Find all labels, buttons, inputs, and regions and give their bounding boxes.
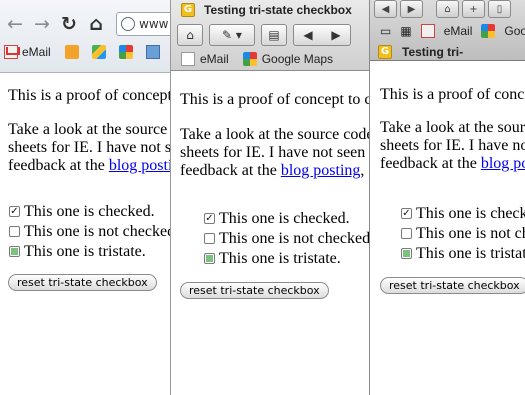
- forward-arrow-icon[interactable]: ▶: [400, 0, 423, 18]
- browser-window-firefox: G Testing tri-state checkbox ⌂ ✎ ▾ ▤ ◀ ▶ …: [170, 0, 370, 395]
- gmail-icon: [420, 24, 435, 38]
- window-title-text: Testing tri-state checkbox: [204, 3, 352, 17]
- back-forward-buttons[interactable]: ◀ ▶: [293, 24, 351, 46]
- body-line-2: sheets for IE. I have not seen it.: [380, 137, 525, 154]
- body-line-3: feedback at the blog posting, and let me…: [180, 162, 369, 179]
- bookmarks-book-icon[interactable]: ▯: [488, 0, 511, 18]
- bookmarks-bar: eMail Google Maps: [181, 52, 333, 66]
- calendar-icon[interactable]: [145, 45, 160, 59]
- home-icon[interactable]: ⌂: [87, 14, 105, 34]
- safari-toolbar: ◀ ▶ ⌂ + ▯ ▭ ▦ eMail Googl G Testing tri-: [370, 0, 525, 61]
- checkbox-unchecked[interactable]: [401, 228, 412, 239]
- checkbox-checked[interactable]: ✓: [204, 213, 215, 224]
- checkbox-label: This one is checked.: [416, 204, 525, 222]
- checkbox-unchecked[interactable]: [9, 226, 20, 237]
- google-icon: [481, 24, 496, 38]
- bookmark-orange-icon[interactable]: [64, 45, 79, 59]
- page-content: This is a proof of concept to create tri…: [180, 91, 370, 299]
- reset-tristate-button[interactable]: reset tri-state checkbox: [380, 277, 525, 294]
- checkbox-label: This one is not checked.: [416, 224, 525, 242]
- extension-dropdown-button[interactable]: ✎ ▾: [209, 24, 255, 46]
- gmail-icon: [4, 45, 18, 59]
- forward-arrow-icon[interactable]: ▶: [331, 28, 340, 42]
- checkbox-row-unchecked[interactable]: This one is not checked.: [180, 229, 370, 248]
- bookmark-email[interactable]: eMail: [22, 45, 51, 59]
- chrome-nav-row: ← → ↻ ⌂ www: [6, 10, 176, 38]
- add-bookmark-icon[interactable]: +: [462, 0, 485, 18]
- home-icon[interactable]: ⌂: [177, 24, 203, 46]
- forward-arrow-icon[interactable]: →: [33, 14, 51, 34]
- checkbox-row-tristate[interactable]: This one is tristate.: [180, 249, 369, 268]
- checkbox-label: This one is checked.: [219, 209, 350, 227]
- page-content: This is a proof of concept to create tri…: [380, 86, 525, 294]
- checkbox-row-checked[interactable]: ✓ This one is checked.: [380, 204, 525, 223]
- reload-icon[interactable]: ↻: [60, 14, 78, 34]
- firefox-toolbar: G Testing tri-state checkbox ⌂ ✎ ▾ ▤ ◀ ▶ …: [171, 0, 369, 71]
- nav-toolbar: ⌂ ✎ ▾ ▤ ◀ ▶: [177, 24, 351, 46]
- back-arrow-icon[interactable]: ◀: [303, 28, 312, 42]
- checkbox-unchecked[interactable]: [204, 233, 215, 244]
- browser-window-safari: ◀ ▶ ⌂ + ▯ ▭ ▦ eMail Googl G Testing tri-…: [369, 0, 525, 395]
- checkbox-checked[interactable]: ✓: [401, 208, 412, 219]
- maps-icon: [242, 52, 257, 66]
- bookmarks-bar: ▭ ▦ eMail Googl: [380, 24, 525, 38]
- checkbox-checked[interactable]: ✓: [9, 206, 20, 217]
- body-line-2: sheets for IE. I have not seen it.: [180, 144, 370, 161]
- page-icon: [181, 52, 195, 66]
- body-line-1: Take a look at the source code to see ho…: [180, 126, 369, 143]
- tab-testing[interactable]: G Testing tri-: [378, 43, 525, 61]
- favicon-icon: G: [378, 45, 392, 59]
- google-icon[interactable]: [118, 45, 133, 59]
- bookmark-email[interactable]: eMail: [444, 24, 473, 38]
- checkbox-label: This one is checked.: [24, 202, 155, 220]
- bookmark-google[interactable]: Googl: [504, 24, 525, 38]
- body-line-1: Take a look at the source code to see ho…: [380, 119, 525, 136]
- checkbox-tristate[interactable]: [401, 248, 412, 259]
- reset-tristate-button[interactable]: reset tri-state checkbox: [180, 282, 329, 299]
- checkbox-label: This one is tristate.: [24, 242, 146, 260]
- address-text: www: [139, 17, 169, 31]
- globe-icon: [121, 17, 135, 31]
- home-icon[interactable]: ⌂: [436, 0, 459, 18]
- tab-title: Testing tri-: [402, 45, 464, 59]
- blog-posting-link[interactable]: blog posting: [281, 162, 361, 179]
- print-icon[interactable]: ▤: [261, 24, 287, 46]
- address-bar[interactable]: www: [116, 12, 176, 36]
- window-title: G Testing tri-state checkbox: [181, 3, 352, 17]
- checkbox-tristate[interactable]: [204, 253, 215, 264]
- checkbox-row-tristate[interactable]: This one is tristate.: [380, 244, 525, 263]
- bookmark-email[interactable]: eMail: [200, 52, 229, 66]
- intro-text: This is a proof of concept to create tri…: [380, 86, 525, 103]
- checkbox-label: This one is not checked.: [219, 229, 370, 247]
- back-arrow-icon[interactable]: ←: [6, 14, 24, 34]
- body-line-3: feedback at the blog posting, and let me…: [380, 155, 525, 173]
- bookmarks-bar: eMail: [4, 45, 160, 59]
- nav-toolbar: ◀ ▶ ⌂ + ▯: [374, 0, 511, 18]
- checkbox-tristate[interactable]: [9, 246, 20, 257]
- favicon-icon: G: [181, 3, 195, 17]
- checkbox-label: This one is tristate.: [416, 244, 525, 262]
- bookmark-google-maps[interactable]: Google Maps: [262, 52, 333, 66]
- book-icon[interactable]: ▭: [380, 24, 391, 38]
- checkbox-label: This one is not checked.: [24, 222, 180, 240]
- checkbox-row-checked[interactable]: ✓ This one is checked.: [180, 209, 369, 228]
- maps-icon[interactable]: [91, 45, 106, 59]
- grid-icon[interactable]: ▦: [400, 24, 411, 38]
- blog-posting-link[interactable]: blog posting: [481, 155, 525, 172]
- intro-text: This is a proof of concept to create tri…: [180, 91, 369, 108]
- reset-tristate-button[interactable]: reset tri-state checkbox: [8, 274, 157, 291]
- checkbox-row-unchecked[interactable]: This one is not checked.: [380, 224, 525, 243]
- back-arrow-icon[interactable]: ◀: [374, 0, 397, 18]
- checkbox-label: This one is tristate.: [219, 249, 341, 267]
